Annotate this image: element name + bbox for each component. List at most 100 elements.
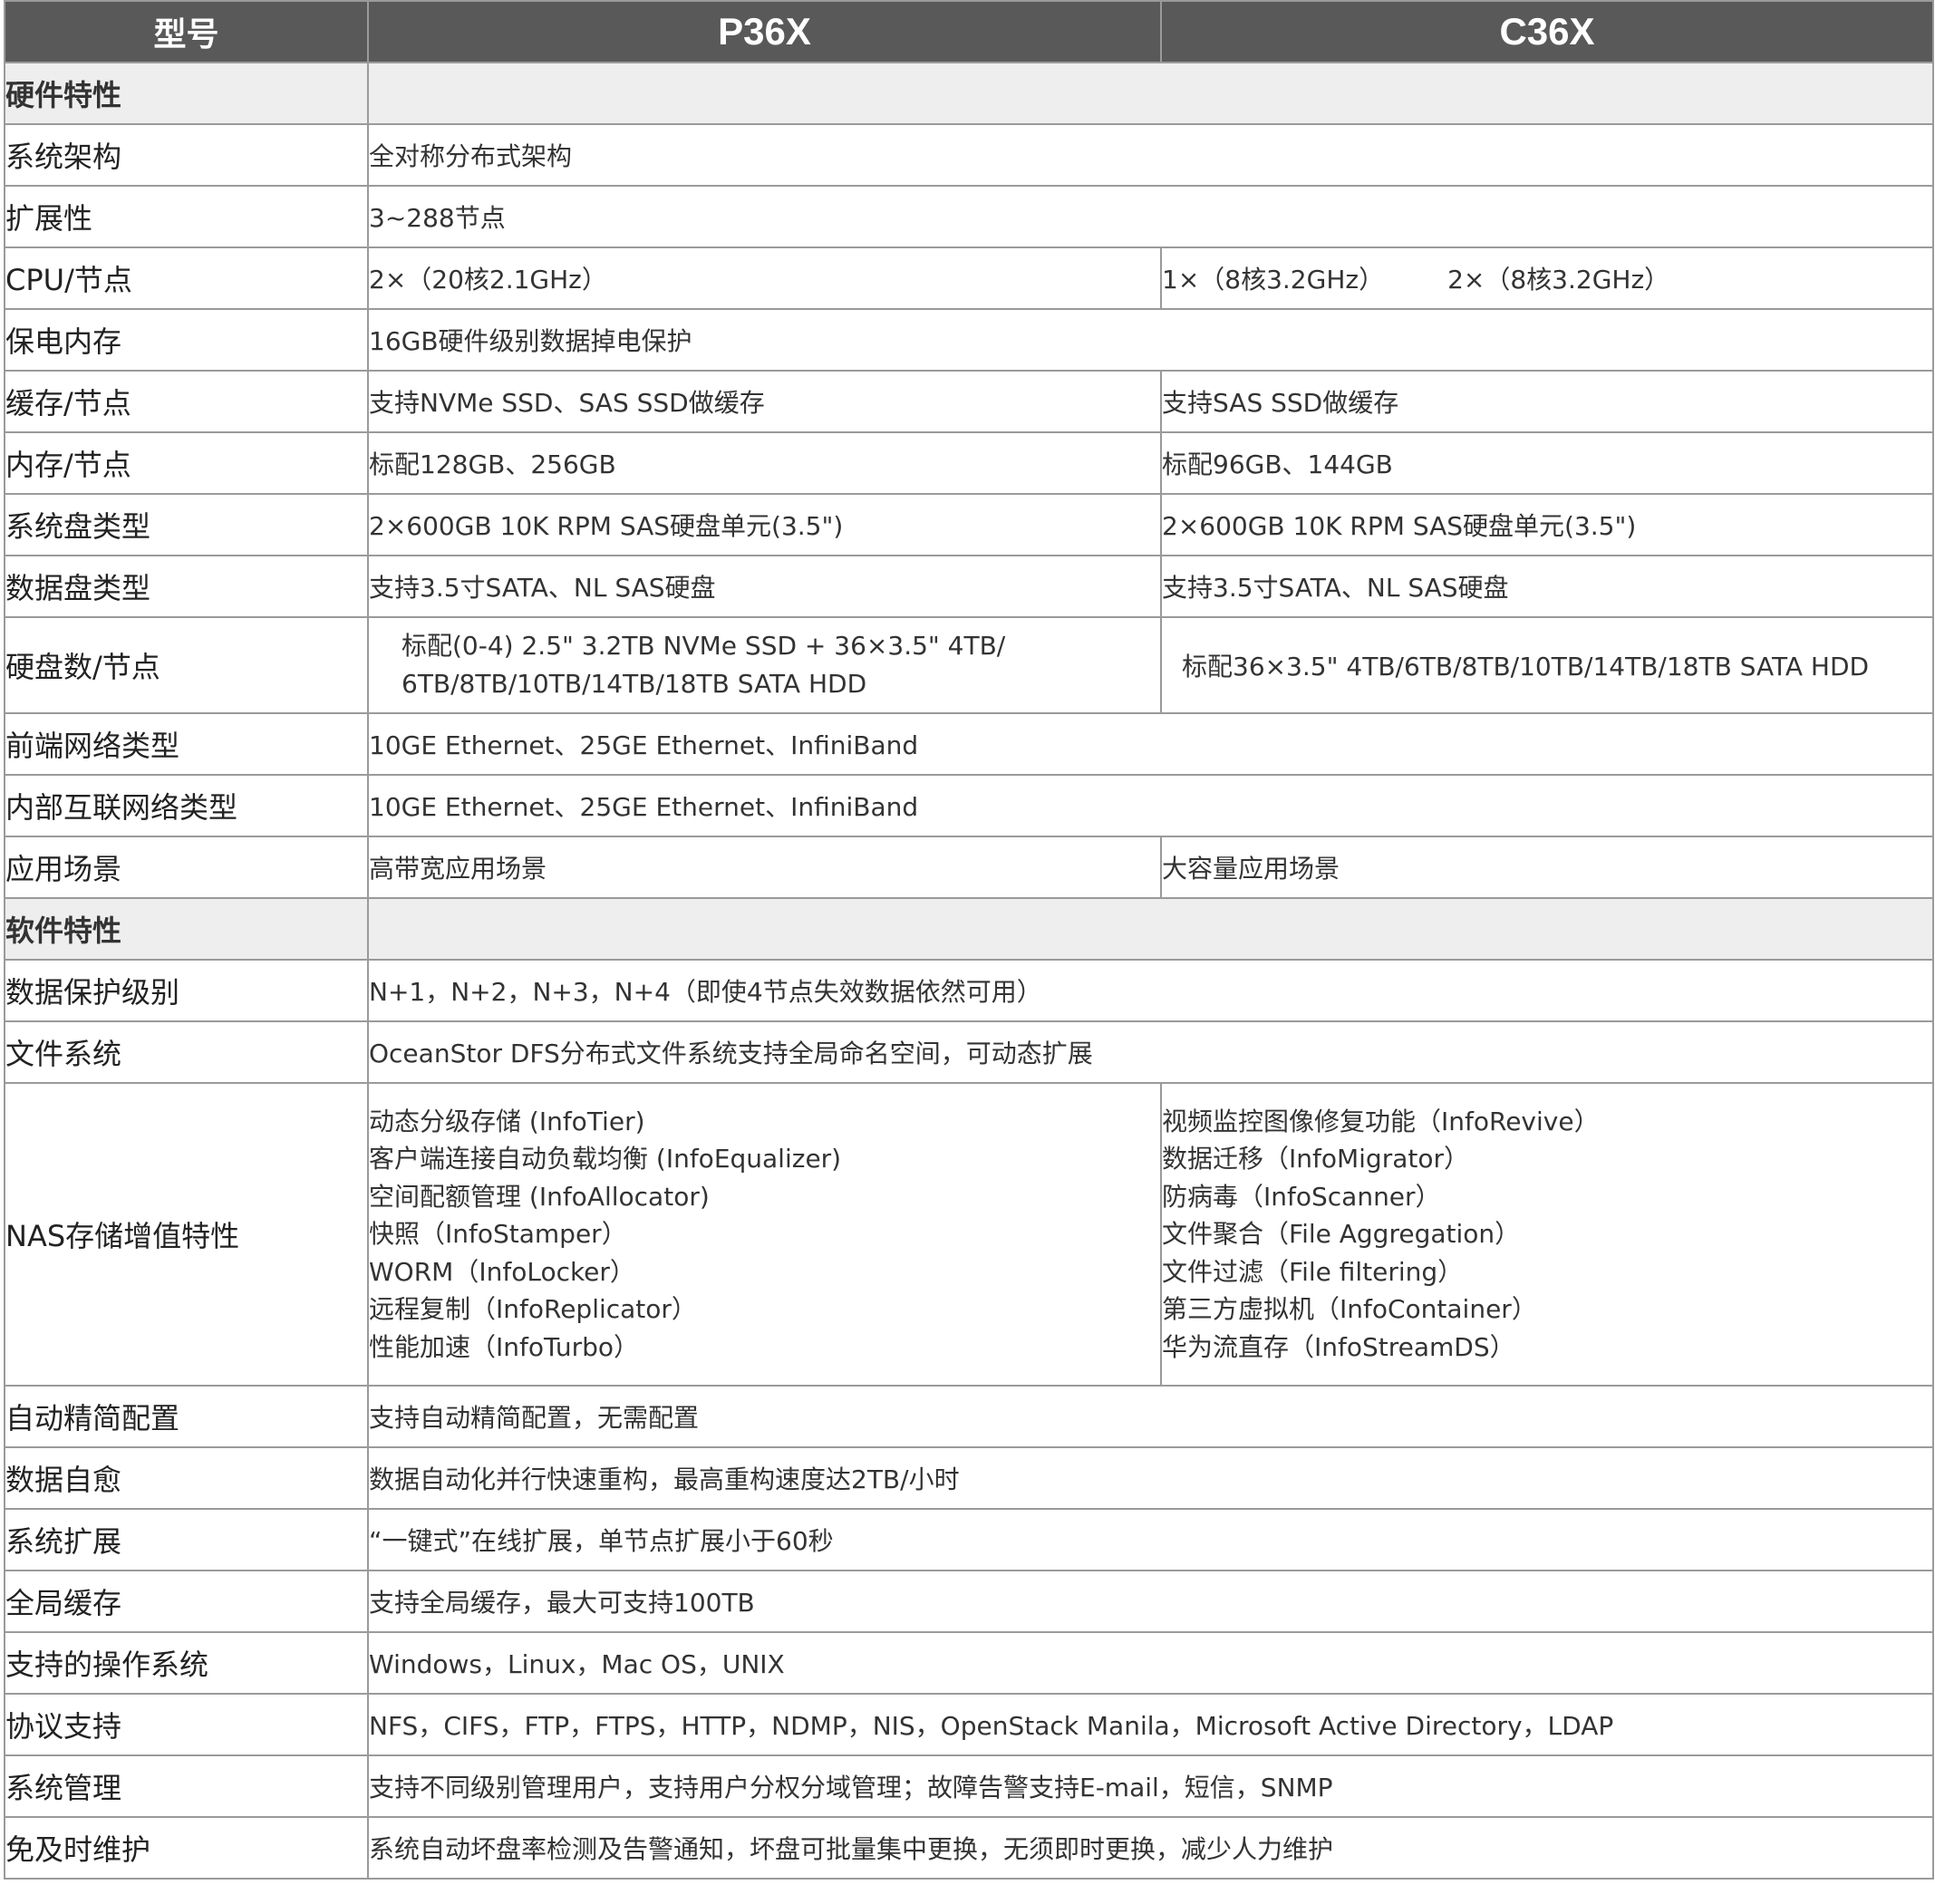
c36x-value: 大容量应用场景 (1160, 836, 1934, 899)
list-item: 第三方虚拟机（InfoContainer） (1162, 1294, 1537, 1325)
list-item: WORM（InfoLocker） (369, 1256, 635, 1287)
table-row: 数据保护级别 N+1，N+2，N+3，N+4（即使4节点失效数据依然可用） (4, 959, 1934, 1022)
table-row: 系统管理 支持不同级别管理用户，支持用户分权分域管理；故障告警支持E-mail，… (4, 1754, 1934, 1818)
row-value: 10GE Ethernet、25GE Ethernet、InfiniBand (367, 774, 1934, 837)
list-item: 动态分级存储 (InfoTier) (369, 1106, 645, 1136)
table-row: 数据自愈 数据自动化并行快速重构，最高重构速度达2TB/小时 (4, 1446, 1934, 1510)
row-label: 数据保护级别 (4, 959, 369, 1022)
row-value: Windows，Linux，Mac OS，UNIX (367, 1631, 1934, 1695)
table-row: 缓存/节点 支持NVMe SSD、SAS SSD做缓存 支持SAS SSD做缓存 (4, 370, 1934, 433)
row-label: CPU/节点 (4, 246, 369, 310)
table-row: 支持的操作系统 Windows，Linux，Mac OS，UNIX (4, 1631, 1934, 1695)
list-item: 空间配额管理 (InfoAllocator) (369, 1181, 710, 1212)
table-header-row: 型号 P36X C36X (4, 0, 1934, 63)
list-item: 华为流直存（InfoStreamDS） (1162, 1331, 1515, 1362)
c36x-value: 支持SAS SSD做缓存 (1160, 370, 1934, 433)
row-label: 应用场景 (4, 836, 369, 899)
row-value: 10GE Ethernet、25GE Ethernet、InfiniBand (367, 712, 1934, 776)
list-item: 快照（InfoStamper） (369, 1219, 627, 1250)
row-value: 支持不同级别管理用户，支持用户分权分域管理；故障告警支持E-mail，短信，SN… (367, 1754, 1934, 1818)
row-value: 支持全局缓存，最大可支持100TB (367, 1570, 1934, 1633)
section-row: 软件特性 (4, 897, 1934, 961)
row-label: 全局缓存 (4, 1570, 369, 1633)
row-value: 16GB硬件级别数据掉电保护 (367, 308, 1934, 372)
section-label: 硬件特性 (4, 62, 369, 125)
row-label: 数据盘类型 (4, 555, 369, 618)
header-col-p36x: P36X (367, 0, 1162, 63)
row-value: NFS，CIFS，FTP，FTPS，HTTP，NDMP，NIS，OpenStac… (367, 1693, 1934, 1756)
row-label: 系统盘类型 (4, 493, 369, 556)
row-label: 支持的操作系统 (4, 1631, 369, 1695)
c36x-value: 支持3.5寸SATA、NL SAS硬盘 (1160, 555, 1934, 618)
p36x-value: 标配(0-4) 2.5" 3.2TB NVMe SSD + 36×3.5" 4T… (367, 616, 1162, 714)
p36x-value: 标配128GB、256GB (367, 431, 1162, 495)
table-row: 内部互联网络类型 10GE Ethernet、25GE Ethernet、Inf… (4, 774, 1934, 837)
list-item: 客户端连接自动负载均衡 (InfoEqualizer) (369, 1144, 842, 1174)
p36x-value: 2×600GB 10K RPM SAS硬盘单元(3.5") (367, 493, 1162, 556)
c36x-value: 标配36×3.5" 4TB/6TB/8TB/10TB/14TB/18TB SAT… (1160, 616, 1934, 714)
table-row: 全局缓存 支持全局缓存，最大可支持100TB (4, 1570, 1934, 1633)
c36x-value: 1×（8核3.2GHz） 2×（8核3.2GHz） (1160, 246, 1934, 310)
table-row: CPU/节点 2×（20核2.1GHz） 1×（8核3.2GHz） 2×（8核3.… (4, 246, 1934, 310)
list-item: 文件聚合（File Aggregation） (1162, 1219, 1521, 1250)
section-fill (367, 62, 1934, 125)
row-label: 数据自愈 (4, 1446, 369, 1510)
table-row: NAS存储增值特性 动态分级存储 (InfoTier) 客户端连接自动负载均衡 … (4, 1082, 1934, 1387)
row-value: 全对称分布式架构 (367, 123, 1934, 187)
row-label: 扩展性 (4, 185, 369, 248)
nas-features-right: 视频监控图像修复功能（InfoRevive） 数据迁移（InfoMigrator… (1160, 1082, 1934, 1387)
list-item: 视频监控图像修复功能（InfoRevive） (1162, 1106, 1600, 1136)
table-row: 系统扩展 “一键式”在线扩展，单节点扩展小于60秒 (4, 1508, 1934, 1571)
list-item: 文件过滤（File filtering） (1162, 1256, 1464, 1287)
table-row: 扩展性 3~288节点 (4, 185, 1934, 248)
table-row: 保电内存 16GB硬件级别数据掉电保护 (4, 308, 1934, 372)
row-label: 免及时维护 (4, 1816, 369, 1880)
header-col-c36x: C36X (1160, 0, 1934, 63)
table-row: 内存/节点 标配128GB、256GB 标配96GB、144GB (4, 431, 1934, 495)
p36x-value: 2×（20核2.1GHz） (367, 246, 1162, 310)
nas-features-left: 动态分级存储 (InfoTier) 客户端连接自动负载均衡 (InfoEqual… (367, 1082, 1162, 1387)
p36x-value: 支持NVMe SSD、SAS SSD做缓存 (367, 370, 1162, 433)
spec-table: 型号 P36X C36X 硬件特性 系统架构 全对称分布式架构 扩展性 3~28… (4, 0, 1934, 1880)
row-label: 前端网络类型 (4, 712, 369, 776)
section-label: 软件特性 (4, 897, 369, 961)
header-model-label: 型号 (4, 0, 369, 63)
row-label: NAS存储增值特性 (4, 1082, 369, 1387)
list-item: 数据迁移（InfoMigrator） (1162, 1144, 1469, 1174)
row-label: 自动精简配置 (4, 1385, 369, 1448)
row-label: 缓存/节点 (4, 370, 369, 433)
list-item: 性能加速（InfoTurbo） (369, 1331, 640, 1362)
row-label: 系统管理 (4, 1754, 369, 1818)
c36x-cpu-option-1: 1×（8核3.2GHz） (1162, 265, 1385, 295)
row-label: 系统扩展 (4, 1508, 369, 1571)
table-row: 免及时维护 系统自动坏盘率检测及告警通知，坏盘可批量集中更换，无须即时更换，减少… (4, 1816, 1934, 1880)
row-value: 支持自动精简配置，无需配置 (367, 1385, 1934, 1448)
row-label: 协议支持 (4, 1693, 369, 1756)
table-row: 前端网络类型 10GE Ethernet、25GE Ethernet、Infin… (4, 712, 1934, 776)
row-value: 数据自动化并行快速重构，最高重构速度达2TB/小时 (367, 1446, 1934, 1510)
table-row: 自动精简配置 支持自动精简配置，无需配置 (4, 1385, 1934, 1448)
c36x-value: 2×600GB 10K RPM SAS硬盘单元(3.5") (1160, 493, 1934, 556)
p36x-disk-line-1: 标配(0-4) 2.5" 3.2TB NVMe SSD + 36×3.5" 4T… (402, 631, 1006, 661)
list-item: 远程复制（InfoReplicator） (369, 1294, 697, 1325)
row-value: “一键式”在线扩展，单节点扩展小于60秒 (367, 1508, 1934, 1571)
table-row: 硬盘数/节点 标配(0-4) 2.5" 3.2TB NVMe SSD + 36×… (4, 616, 1934, 714)
c36x-cpu-option-2: 2×（8核3.2GHz） (1447, 265, 1670, 295)
row-value: OceanStor DFS分布式文件系统支持全局命名空间，可动态扩展 (367, 1020, 1934, 1084)
row-label: 硬盘数/节点 (4, 616, 369, 714)
row-value: 系统自动坏盘率检测及告警通知，坏盘可批量集中更换，无须即时更换，减少人力维护 (367, 1816, 1934, 1880)
list-item: 防病毒（InfoScanner） (1162, 1181, 1441, 1212)
row-label: 内存/节点 (4, 431, 369, 495)
section-fill (367, 897, 1934, 961)
p36x-value: 高带宽应用场景 (367, 836, 1162, 899)
c36x-value: 标配96GB、144GB (1160, 431, 1934, 495)
row-label: 保电内存 (4, 308, 369, 372)
table-row: 数据盘类型 支持3.5寸SATA、NL SAS硬盘 支持3.5寸SATA、NL … (4, 555, 1934, 618)
row-value: 3~288节点 (367, 185, 1934, 248)
p36x-disk-line-2: 6TB/8TB/10TB/14TB/18TB SATA HDD (402, 669, 867, 699)
row-label: 系统架构 (4, 123, 369, 187)
table-row: 文件系统 OceanStor DFS分布式文件系统支持全局命名空间，可动态扩展 (4, 1020, 1934, 1084)
table-row: 系统盘类型 2×600GB 10K RPM SAS硬盘单元(3.5") 2×60… (4, 493, 1934, 556)
row-label: 内部互联网络类型 (4, 774, 369, 837)
section-row: 硬件特性 (4, 62, 1934, 125)
